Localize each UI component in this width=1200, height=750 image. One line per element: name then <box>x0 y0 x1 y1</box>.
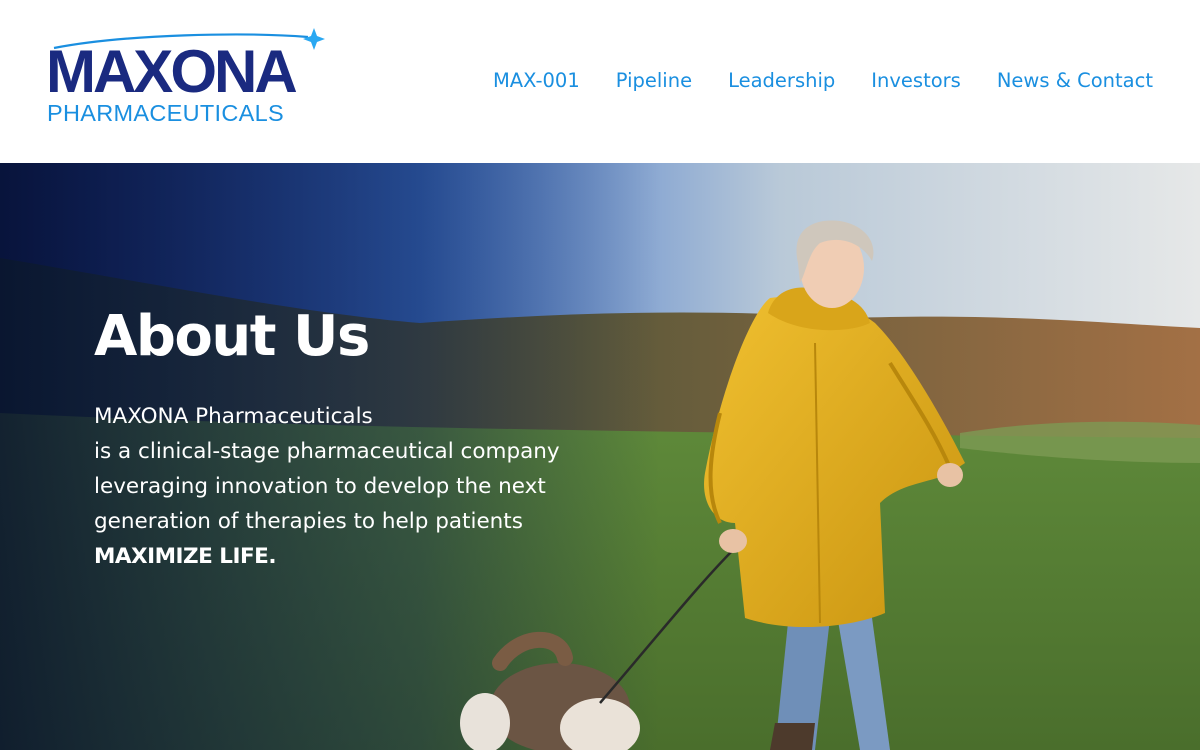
nav-news-contact[interactable]: News & Contact <box>997 68 1153 94</box>
main-nav: MAX-001 Pipeline Leadership Investors Ne… <box>493 68 1153 94</box>
about-hero: About Us MAXONA Pharmaceuticals is a cli… <box>0 163 1200 750</box>
site-header: MAXONA PHARMACEUTICALS MAX-001 Pipeline … <box>0 0 1200 163</box>
maxona-logo[interactable]: MAXONA PHARMACEUTICALS <box>46 22 336 130</box>
about-line-2: is a clinical-stage pharmaceutical compa… <box>94 439 560 464</box>
maximize-life-tagline: MAXIMIZE LIFE. <box>94 544 277 569</box>
logo-wordmark: MAXONA <box>46 38 298 105</box>
nav-pipeline[interactable]: Pipeline <box>616 68 692 94</box>
logo-subtitle: PHARMACEUTICALS <box>47 100 284 126</box>
about-line-3: leveraging innovation to develop the nex… <box>94 474 546 499</box>
about-description: MAXONA Pharmaceuticals is a clinical-sta… <box>94 399 614 574</box>
about-line-1: MAXONA Pharmaceuticals <box>94 404 373 429</box>
nav-max-001[interactable]: MAX-001 <box>493 68 580 94</box>
about-line-4: generation of therapies to help patients <box>94 509 523 534</box>
page-title: About Us <box>94 304 370 369</box>
nav-investors[interactable]: Investors <box>871 68 961 94</box>
nav-leadership[interactable]: Leadership <box>728 68 835 94</box>
